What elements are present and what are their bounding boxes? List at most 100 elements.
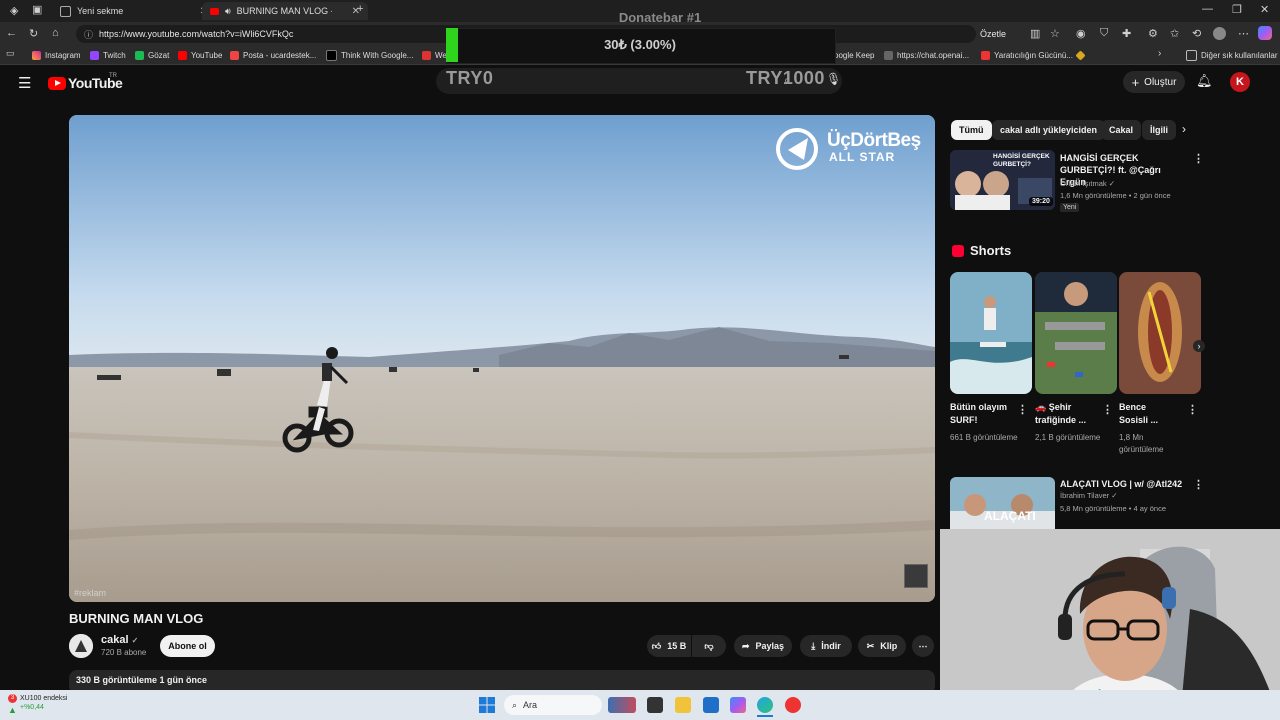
video-player[interactable] — [69, 115, 935, 602]
profile-avatar[interactable] — [1213, 27, 1226, 40]
more-vertical-icon[interactable]: ⋮ — [1017, 403, 1028, 416]
bookmark-chatgpt[interactable]: https://chat.openai... — [884, 48, 969, 62]
tracking-icon[interactable]: ⚙ — [1148, 27, 1158, 40]
more-vertical-icon[interactable]: ⋮ — [1193, 152, 1204, 165]
chip-from-uploader[interactable]: cakal adlı yükleyiciden — [992, 120, 1106, 140]
stock-ticker-widget[interactable]: XU100 endeksi +%0,44 — [20, 694, 67, 712]
watermark-title: ÜçDörtBeş — [827, 130, 921, 151]
shield-icon[interactable]: ⛉ — [1100, 27, 1108, 40]
file-explorer-icon[interactable] — [675, 697, 691, 713]
channel-avatar[interactable] — [69, 634, 93, 658]
download-button[interactable]: ⤓ İndir — [800, 635, 852, 657]
short-thumbnail[interactable] — [950, 272, 1032, 394]
extensions-puzzle-icon[interactable]: ✚ — [1122, 27, 1131, 40]
bookmark-yaraticilik[interactable]: Yaratıcılığın Gücünü... — [981, 48, 1073, 62]
recommended-title[interactable]: ALAÇATI VLOG | w/ @Atl242 — [1060, 478, 1188, 490]
more-actions-button[interactable]: ⋯ — [912, 635, 934, 657]
more-vertical-icon[interactable]: ⋮ — [1193, 478, 1204, 491]
bookmark-red-icon — [422, 50, 431, 60]
bookmark-red-icon — [981, 50, 990, 60]
extension-icon[interactable]: ◉ — [1076, 27, 1086, 40]
recommended-meta: 5,8 Mn görüntüleme • 4 ay önce — [1060, 504, 1167, 513]
chevron-right-icon[interactable]: › — [1182, 122, 1186, 136]
chevron-right-icon[interactable]: › — [1193, 340, 1205, 352]
bookmark-instagram[interactable]: Instagram — [32, 48, 81, 62]
notifications-bell-icon[interactable]: 🔔︎ — [1196, 73, 1213, 89]
verified-check-icon: ✓ — [131, 636, 139, 645]
thumbs-down-icon: 👎︎ — [704, 640, 714, 651]
window-close-icon[interactable]: ✕ — [1260, 3, 1269, 16]
bookmark-gozat[interactable]: Gözat — [135, 48, 169, 62]
tab-new-tab[interactable]: Yeni sekme ✕ — [52, 2, 216, 20]
site-info-icon: ⓘ — [84, 29, 94, 40]
short-thumbnail[interactable] — [1119, 272, 1201, 394]
short-title[interactable]: 🚗 Şehir trafiğinde ... — [1035, 401, 1105, 427]
channel-name[interactable]: cakal ✓ — [101, 634, 138, 646]
short-title[interactable]: Bütün olayım SURF! — [950, 401, 1020, 427]
video-title: BURNING MAN VLOG — [69, 611, 204, 626]
bookmark-diamond[interactable] — [1075, 48, 1086, 62]
youtube-logo-icon[interactable] — [48, 77, 66, 90]
bookmark-think-with-google[interactable]: Think With Google... — [326, 48, 413, 62]
search-icon: ⌕ — [512, 699, 518, 710]
task-view-icon[interactable] — [647, 697, 663, 713]
home-icon[interactable]: ⌂ — [52, 27, 59, 39]
copilot-icon[interactable] — [1258, 26, 1272, 40]
other-bookmarks[interactable]: Diğer sık kullanılanlar — [1186, 48, 1277, 62]
tab-youtube-video[interactable]: 🔊︎ BURNING MAN VLOG - YouTube ✕ — [202, 2, 368, 20]
instagram-icon — [32, 50, 41, 60]
more-menu-icon[interactable]: ⋯ — [1238, 27, 1249, 40]
share-button[interactable]: ➦ Paylaş — [734, 635, 792, 657]
outlook-icon[interactable] — [703, 697, 719, 713]
new-badge: Yeni — [1060, 203, 1080, 212]
history-icon[interactable]: ⟲ — [1192, 27, 1201, 40]
edge-browser-icon[interactable] — [757, 697, 773, 713]
chip-related[interactable]: İlgili — [1142, 120, 1176, 140]
create-button[interactable]: + Oluştur — [1123, 71, 1185, 93]
more-vertical-icon[interactable]: ⋮ — [1102, 403, 1113, 416]
favorites-icon[interactable]: ✩ — [1170, 27, 1179, 40]
bookmark-google-keep[interactable]: oogle Keep — [834, 48, 874, 62]
bookmark-we[interactable]: We — [422, 48, 447, 62]
app-red-icon[interactable] — [785, 697, 801, 713]
account-avatar[interactable]: K — [1230, 72, 1250, 92]
hamburger-menu-icon[interactable]: ☰ — [18, 74, 31, 92]
bookmark-posta[interactable]: Posta - ucardestek... — [230, 48, 316, 62]
tab-actions-icon[interactable]: ▣ — [32, 3, 42, 16]
short-thumbnail[interactable] — [1035, 272, 1117, 394]
clip-button[interactable]: ✂ Klip — [858, 635, 906, 657]
subscribe-button[interactable]: Abone ol — [160, 635, 215, 657]
new-tab-plus-icon[interactable]: + — [357, 3, 363, 15]
thumbnail-caption: ALAÇATI — [984, 509, 1036, 523]
copilot-icon[interactable] — [730, 697, 746, 713]
bookmark-twitch[interactable]: Twitch — [90, 48, 126, 62]
widgets-icon[interactable] — [608, 697, 636, 713]
maximize-icon[interactable]: ❐ — [1232, 3, 1242, 16]
recommended-channel[interactable]: İbrahim Tilaver ✓ — [1060, 490, 1118, 502]
favorite-star-icon[interactable]: ☆ — [1050, 27, 1060, 40]
reload-icon[interactable]: ↻ — [29, 27, 38, 40]
microphone-icon[interactable]: 🎙︎ — [826, 72, 841, 86]
short-views: 1,8 Mn görüntüleme — [1119, 433, 1164, 454]
miniplayer-thumbnail[interactable] — [904, 564, 928, 588]
active-app-indicator — [757, 715, 773, 717]
chip-all[interactable]: Tümü — [951, 120, 992, 140]
taskbar-search[interactable]: ⌕ Ara — [504, 695, 602, 715]
chart-up-icon: ▲ — [8, 705, 17, 715]
chevron-right-icon[interactable]: › — [1158, 48, 1161, 59]
like-button[interactable]: 👍︎ 15 B — [647, 635, 691, 657]
minimize-icon[interactable]: — — [1202, 3, 1213, 15]
split-view-icon[interactable]: ▥ — [1030, 27, 1040, 40]
recommended-channel[interactable]: Orkun Işıtmak ✓ — [1060, 178, 1115, 190]
windows-start-icon[interactable] — [479, 697, 495, 713]
collections-icon[interactable]: ▭ — [6, 48, 15, 59]
more-vertical-icon[interactable]: ⋮ — [1187, 403, 1198, 416]
workspaces-icon[interactable]: ◈ — [10, 4, 18, 17]
summarize-button[interactable]: Özetle — [980, 29, 1006, 39]
short-title[interactable]: Bence Sosisli ... — [1119, 401, 1175, 427]
back-icon[interactable]: ← — [6, 27, 17, 39]
thumbnail-caption: HANGİSİ GERÇEK GURBETÇİ? — [993, 153, 1050, 168]
chip-cakal[interactable]: Cakal — [1101, 120, 1142, 140]
dislike-button[interactable]: 👎︎ — [692, 635, 726, 657]
bookmark-youtube[interactable]: YouTube — [178, 48, 222, 62]
